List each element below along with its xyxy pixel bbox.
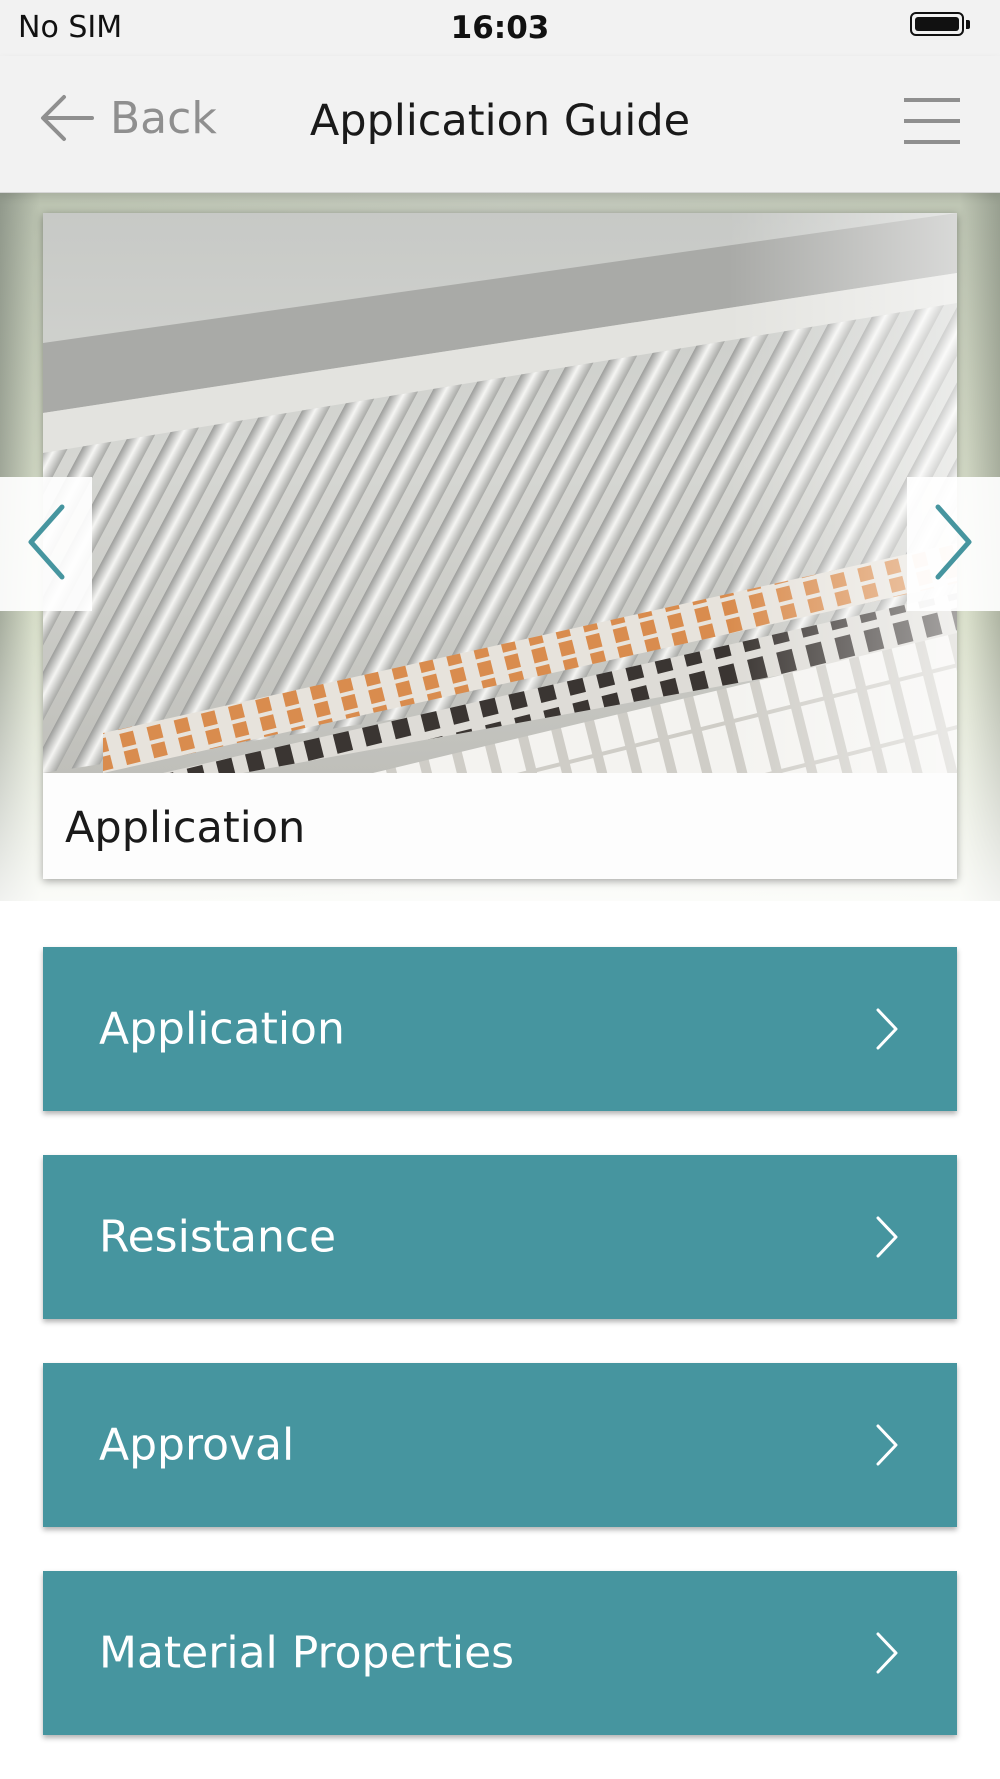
hamburger-menu-icon[interactable] (904, 96, 960, 146)
back-button[interactable]: Back (38, 88, 217, 148)
status-time: 16:03 (450, 10, 550, 46)
carousel-prev-button[interactable] (0, 477, 92, 611)
menu-item-label: Resistance (99, 1211, 337, 1263)
menu-item-approval[interactable]: Approval (43, 1363, 957, 1527)
chevron-right-icon (876, 1424, 898, 1466)
menu-item-label: Approval (99, 1419, 295, 1471)
status-bar: No SIM 16:03 (0, 0, 1000, 56)
page-title: Application Guide (309, 96, 691, 146)
chevron-right-icon (934, 503, 974, 585)
arrow-left-icon (38, 93, 96, 143)
slide-caption-bar: Application (43, 773, 957, 879)
slide-caption: Application (65, 803, 306, 853)
menu-item-material-properties[interactable]: Material Properties (43, 1571, 957, 1735)
menu-item-label: Material Properties (99, 1627, 515, 1679)
chevron-right-icon (876, 1008, 898, 1050)
slide-image (43, 213, 957, 773)
chevron-left-icon (26, 503, 66, 585)
carousel-slide[interactable]: Application (43, 213, 957, 879)
battery-tip (966, 20, 970, 29)
chevron-right-icon (876, 1632, 898, 1674)
image-carousel[interactable]: Application (0, 193, 1000, 901)
guide-menu-list: Application Resistance Approval Material… (43, 947, 957, 1779)
menu-item-resistance[interactable]: Resistance (43, 1155, 957, 1319)
menu-item-label: Application (99, 1003, 345, 1055)
navigation-bar: Back Application Guide (0, 56, 1000, 193)
battery-icon (910, 12, 964, 36)
menu-item-application[interactable]: Application (43, 947, 957, 1111)
chevron-right-icon (876, 1216, 898, 1258)
carousel-next-button[interactable] (907, 477, 1000, 611)
